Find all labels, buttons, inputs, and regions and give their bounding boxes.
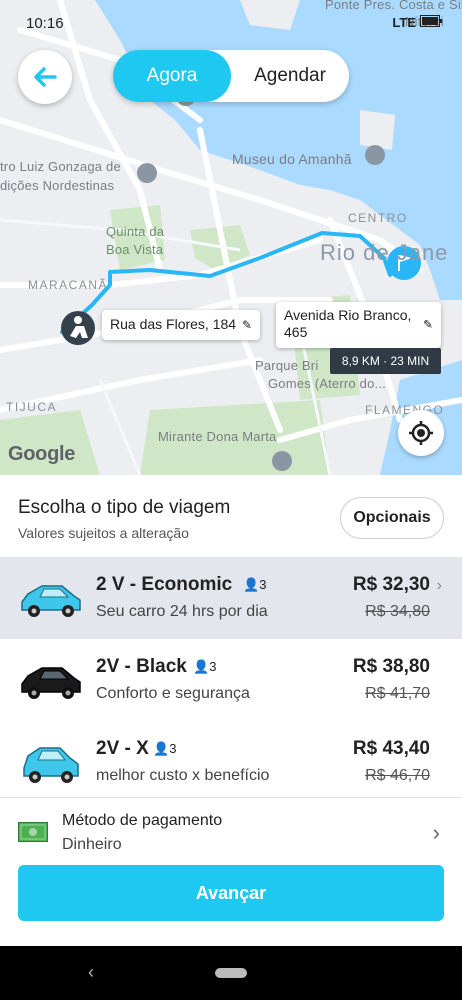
seats-value: 3 xyxy=(209,659,217,674)
destination-line1: Avenida Rio Branco, xyxy=(284,307,412,323)
payment-method-row[interactable]: Método de pagamento Dinheiro › xyxy=(0,797,462,863)
sheet-subtitle: Valores sujeitos a alteração xyxy=(18,525,189,541)
seats-count: 👤3 xyxy=(243,577,266,593)
ride-price: R$ 38,80 xyxy=(352,656,430,677)
ride-description: Seu carro 24 hrs por dia xyxy=(96,603,268,620)
payment-value: Dinheiro xyxy=(62,836,122,853)
map-label-boa-vista: Boa Vista xyxy=(106,242,164,257)
seats-count: 👤3 xyxy=(153,741,176,757)
status-network: LTE xyxy=(392,15,416,30)
car-icon xyxy=(23,747,79,783)
person-icon: 👤 xyxy=(193,659,210,674)
person-icon: 👤 xyxy=(153,741,170,756)
map-label-centro: CENTRO xyxy=(348,211,408,225)
car-icon xyxy=(21,585,81,617)
distance-badge: 8,9 KM · 23 MIN xyxy=(330,348,441,374)
ride-old-price: R$ 34,80 xyxy=(365,603,430,620)
ride-name: 2V - Black xyxy=(96,656,187,677)
ride-option-economic[interactable]: 2 V - Economic 👤3 Seu carro 24 hrs por d… xyxy=(0,557,462,639)
person-icon: 👤 xyxy=(243,577,260,592)
chevron-right-icon: › xyxy=(436,577,442,594)
toggle-now[interactable]: Agora xyxy=(113,50,231,102)
destination-label[interactable]: Avenida Rio Branco, 465 ✎ xyxy=(276,302,441,348)
cash-icon xyxy=(18,822,48,842)
map-label-gomes: Gomes (Aterro do... xyxy=(268,376,386,391)
advance-button[interactable]: Avançar xyxy=(18,865,444,921)
map-label-parque: Parque Bri xyxy=(255,358,319,373)
nav-home-pill[interactable] xyxy=(215,968,247,978)
map-label-centro-luiz: tro Luiz Gonzaga de xyxy=(0,159,121,174)
map-label-mirante: Mirante Dona Marta xyxy=(158,429,277,444)
chevron-right-icon: › xyxy=(432,820,440,845)
ride-price: R$ 43,40 xyxy=(352,738,430,759)
ride-name: 2 V - Economic xyxy=(96,574,233,595)
status-time: 10:16 xyxy=(26,15,64,32)
ride-name: 2V - X xyxy=(96,738,149,759)
back-button[interactable] xyxy=(18,50,72,104)
payment-label: Método de pagamento xyxy=(62,812,223,829)
edit-icon: ✎ xyxy=(422,317,433,332)
crosshair-icon xyxy=(409,421,433,445)
sheet-title: Escolha o tipo de viagem xyxy=(18,497,231,518)
ride-selection-sheet: Escolha o tipo de viagem Valores sujeito… xyxy=(0,475,462,946)
ride-description: Conforto e segurança xyxy=(96,685,250,702)
map-label-maracana: MARACANÃ xyxy=(28,278,109,292)
edit-icon: ✎ xyxy=(241,318,252,332)
time-toggle: Agora Agendar xyxy=(113,50,349,102)
google-logo: Google xyxy=(8,443,76,465)
seats-value: 3 xyxy=(259,577,267,592)
nav-back-icon[interactable]: ‹ xyxy=(88,962,94,983)
map-view[interactable]: Ponte Pres. Costa e Silva Niterói Museu … xyxy=(0,0,462,475)
map-label-quinta: Quinta da xyxy=(106,224,165,239)
toggle-schedule[interactable]: Agendar xyxy=(231,50,349,102)
battery-icon xyxy=(420,15,442,27)
map-label-tijuca: TIJUCA xyxy=(6,400,57,414)
ride-description: melhor custo x benefício xyxy=(96,767,270,784)
ride-price: R$ 32,30 xyxy=(352,574,430,595)
my-location-button[interactable] xyxy=(398,410,444,456)
car-icon xyxy=(21,667,81,699)
arrow-back-icon xyxy=(34,67,57,87)
map-label-museu: Museu do Amanhã xyxy=(232,151,352,167)
map-label-rio: Rio de Jane xyxy=(320,240,449,265)
map-label-tradicoes: dições Nordestinas xyxy=(0,178,115,193)
ride-option-black[interactable]: 2V - Black 👤3 Conforto e segurança R$ 38… xyxy=(0,639,462,721)
origin-text: Rua das Flores, 184 xyxy=(110,316,237,332)
system-nav-bar: ‹ xyxy=(0,946,462,1000)
ride-old-price: R$ 46,70 xyxy=(365,767,430,784)
ride-option-x[interactable]: 2V - X 👤3 melhor custo x benefício R$ 43… xyxy=(0,721,462,803)
destination-line2: 465 xyxy=(284,324,308,340)
origin-label[interactable]: Rua das Flores, 184 ✎ xyxy=(102,310,260,340)
seats-value: 3 xyxy=(169,741,177,756)
seats-count: 👤3 xyxy=(193,659,216,675)
status-bar: 10:16 LTE xyxy=(0,0,462,44)
options-button[interactable]: Opcionais xyxy=(340,497,444,539)
ride-old-price: R$ 41,70 xyxy=(365,685,430,702)
